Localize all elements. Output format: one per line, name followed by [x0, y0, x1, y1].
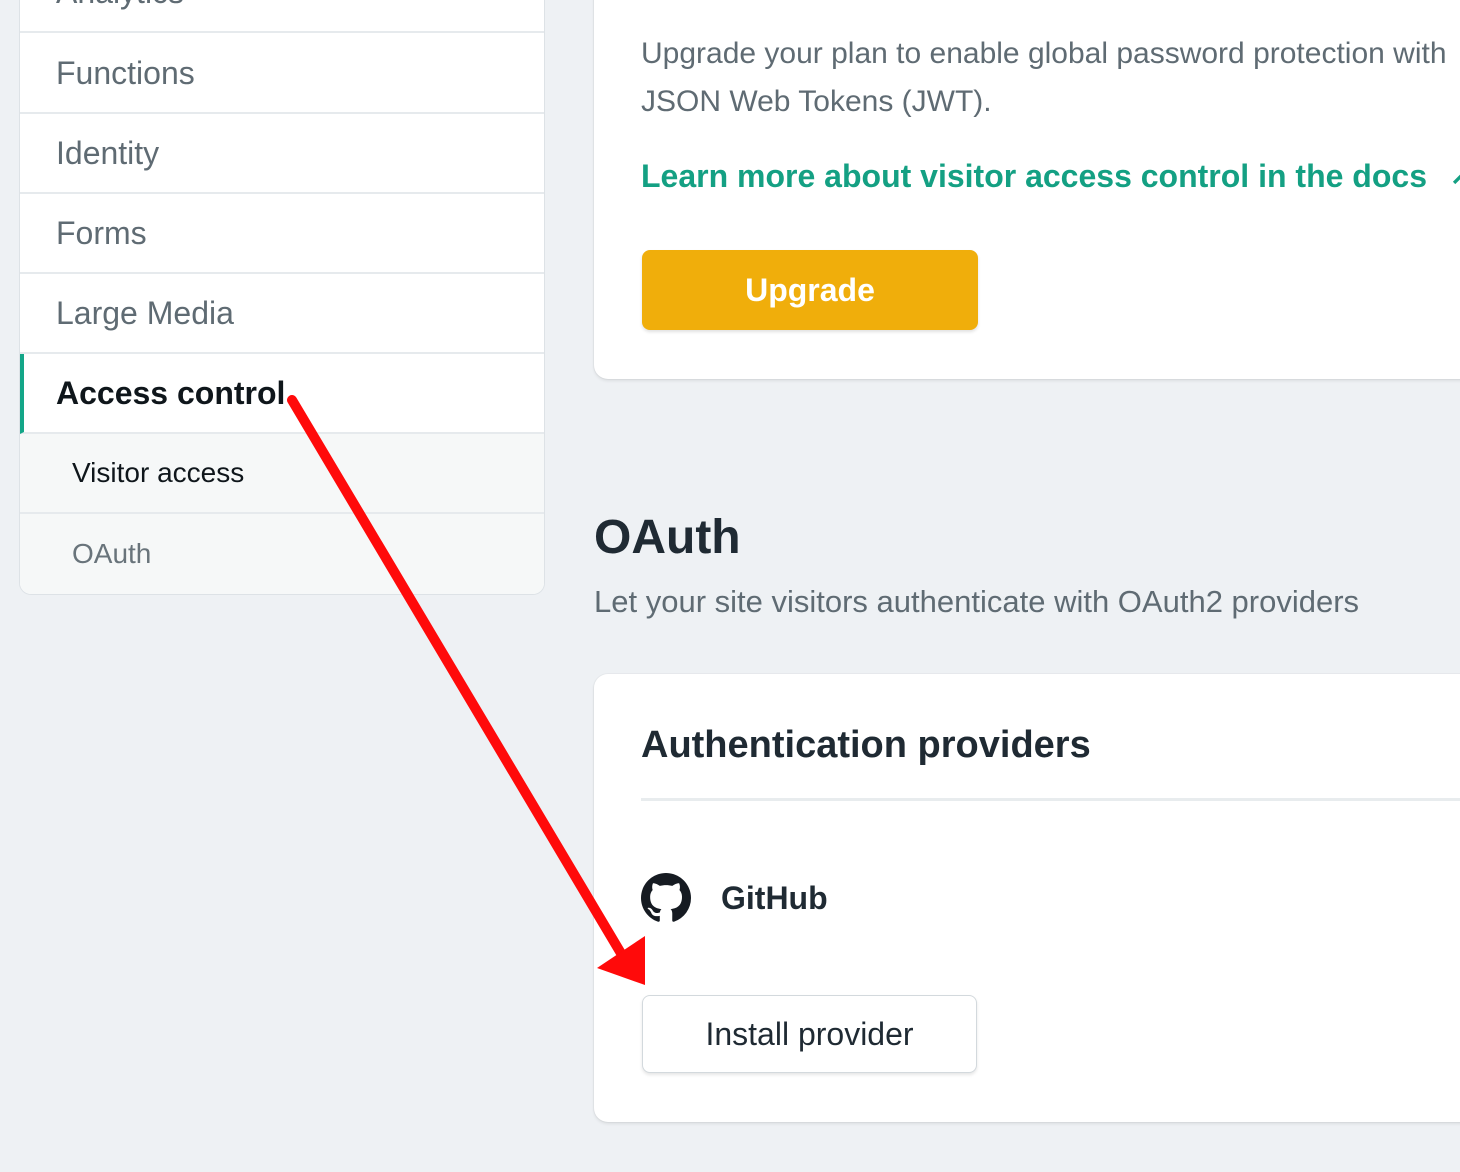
provider-name: GitHub — [721, 879, 828, 916]
sidebar-subitem-label: OAuth — [72, 538, 152, 569]
sidebar-item-label: Analytics — [56, 0, 184, 11]
sidebar-item-access-control[interactable]: Access control — [20, 354, 544, 434]
sidebar-item-functions[interactable]: Functions — [20, 34, 544, 114]
sidebar-subitem-label: Visitor access — [72, 457, 245, 488]
sidebar-item-forms[interactable]: Forms — [20, 194, 544, 274]
sidebar-nav: Analytics Functions Identity Forms Large… — [19, 0, 545, 595]
sidebar-item-large-media[interactable]: Large Media — [20, 274, 544, 354]
sidebar-subitem-visitor-access[interactable]: Visitor access — [20, 434, 544, 514]
card-divider — [641, 798, 1460, 801]
provider-row-github: GitHub — [641, 872, 828, 924]
authentication-providers-title: Authentication providers — [641, 724, 1091, 766]
sidebar-item-label: Access control — [56, 374, 286, 411]
docs-link[interactable]: Learn more about visitor access control … — [641, 158, 1460, 195]
page: Analytics Functions Identity Forms Large… — [0, 0, 1460, 1172]
oauth-section-title: OAuth — [594, 511, 741, 564]
sidebar-item-label: Large Media — [56, 294, 234, 331]
password-protection-description: Upgrade your plan to enable global passw… — [641, 37, 1447, 118]
external-arrow-icon: ↗ — [1449, 160, 1460, 193]
upgrade-button[interactable]: Upgrade — [642, 250, 978, 330]
oauth-section-subtitle: Let your site visitors authenticate with… — [594, 584, 1360, 619]
sidebar-item-identity[interactable]: Identity — [20, 114, 544, 194]
sidebar-item-label: Identity — [56, 134, 160, 171]
docs-link-label: Learn more about visitor access control … — [641, 158, 1427, 194]
sidebar-subitem-oauth[interactable]: OAuth — [20, 514, 544, 594]
sidebar-item-analytics[interactable]: Analytics — [20, 0, 544, 33]
sidebar-item-label: Forms — [56, 214, 147, 251]
sidebar-item-label: Functions — [56, 54, 195, 91]
install-provider-button[interactable]: Install provider — [642, 995, 977, 1073]
github-icon — [641, 873, 691, 922]
